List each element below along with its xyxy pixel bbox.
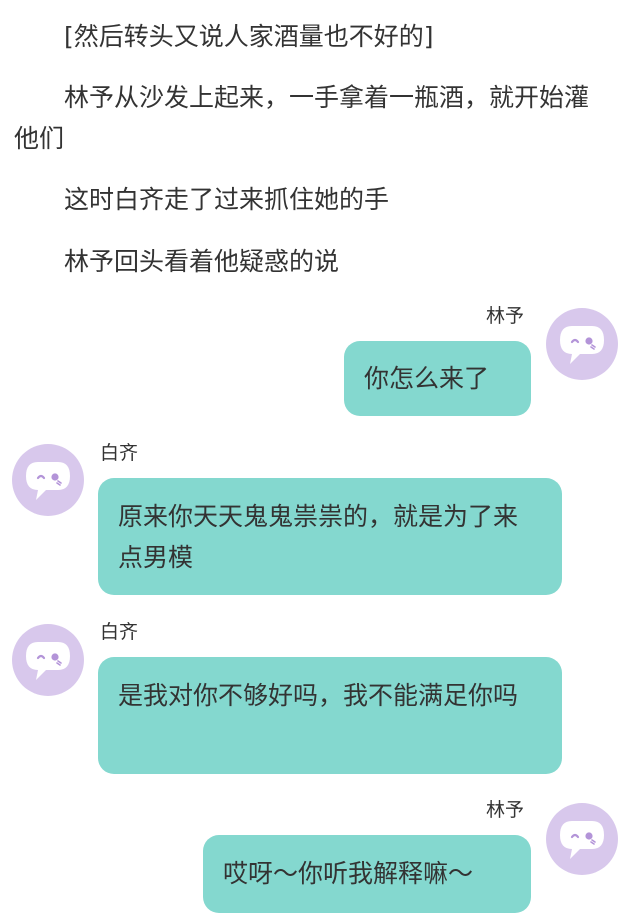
message-bubble[interactable]: 你怎么来了 [344, 341, 531, 416]
message-bubble[interactable]: 哎呀～你听我解释嘛～ [203, 835, 531, 913]
narration-paragraph: 这时白齐走了过来抓住她的手 [64, 185, 390, 214]
avatar[interactable] [546, 308, 618, 380]
chat-bubble-face-icon [26, 642, 70, 680]
message-text: 原来你天天鬼鬼祟祟的，就是为了来点男模 [118, 502, 519, 572]
avatar[interactable] [546, 803, 618, 875]
speaker-name: 白齐 [100, 621, 139, 643]
narration-paragraph: 林予从沙发上起来，一手拿着一瓶酒，就开始灌他们 [14, 83, 590, 153]
chat-bubble-face-icon [26, 462, 70, 500]
speaker-name: 白齐 [100, 442, 139, 464]
narration-paragraph: [然后转头又说人家酒量也不好的] [64, 22, 434, 51]
avatar[interactable] [12, 444, 84, 516]
chat-bubble-face-icon [560, 821, 604, 859]
chat-bubble-face-icon [560, 326, 604, 364]
message-text: 是我对你不够好吗，我不能满足你吗 [118, 681, 519, 710]
message-text: 你怎么来了 [364, 364, 490, 393]
message-text: 哎呀～你听我解释嘛～ [223, 859, 474, 888]
narration-paragraph: 林予回头看着他疑惑的说 [64, 247, 340, 276]
message-bubble[interactable]: 是我对你不够好吗，我不能满足你吗 [98, 657, 562, 774]
message-bubble[interactable]: 原来你天天鬼鬼祟祟的，就是为了来点男模 [98, 478, 562, 595]
avatar[interactable] [12, 624, 84, 696]
speaker-name: 林予 [486, 305, 525, 327]
speaker-name: 林予 [486, 799, 525, 821]
